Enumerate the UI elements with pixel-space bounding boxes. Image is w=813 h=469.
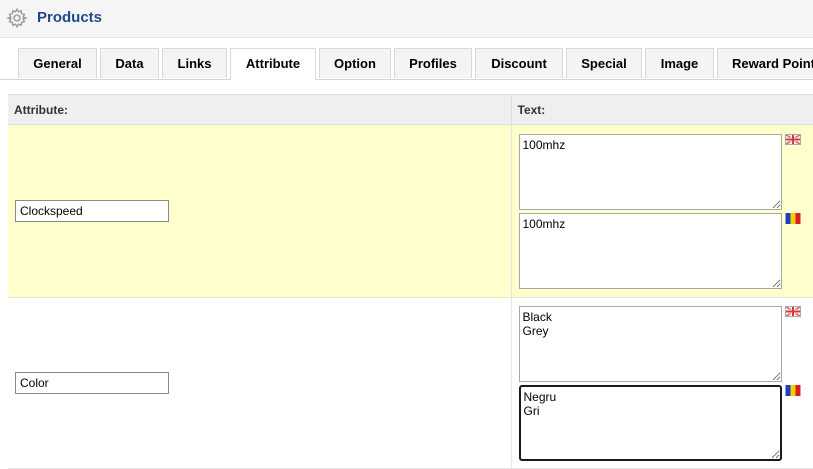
english-flag-icon [784, 305, 801, 317]
attribute-cell [8, 124, 512, 298]
page-header: Products [0, 0, 813, 38]
attribute-name-input[interactable] [15, 200, 169, 222]
tab-links[interactable]: Links [162, 48, 227, 78]
tab-attribute[interactable]: Attribute [230, 48, 316, 80]
page-title: Products [37, 9, 103, 26]
active-tab-connector [231, 79, 315, 80]
tab-general[interactable]: General [18, 48, 97, 78]
attribute-table: Attribute: Text: 100mhz [8, 94, 813, 469]
table-row: 100mhz 100mhz [8, 124, 813, 298]
attribute-text-romanian[interactable]: 100mhz [518, 212, 782, 289]
language-text-group: 100mhz [518, 212, 800, 289]
attribute-text-romanian[interactable]: Negru Gri [518, 384, 782, 461]
romanian-flag-icon [785, 212, 800, 224]
tab-discount[interactable]: Discount [475, 48, 563, 78]
attribute-text-english[interactable]: Black Grey [518, 305, 782, 382]
tab-bar: General Data Links Attribute Option Prof… [0, 46, 813, 80]
language-text-group: 100mhz [518, 133, 801, 210]
table-row: Black Grey Negru Gri [8, 297, 813, 469]
attribute-cell [8, 297, 512, 469]
english-flag-icon [784, 133, 801, 145]
column-header-text: Text: [511, 94, 813, 125]
table-header-row: Attribute: Text: [8, 94, 813, 125]
romanian-flag-icon [785, 384, 800, 396]
tab-option[interactable]: Option [319, 48, 391, 78]
tab-image[interactable]: Image [645, 48, 714, 78]
tab-profiles[interactable]: Profiles [394, 48, 472, 78]
attribute-name-input[interactable] [15, 372, 169, 394]
text-cell: Black Grey Negru Gri [511, 297, 813, 469]
attribute-text-english[interactable]: 100mhz [518, 133, 782, 210]
language-text-group: Negru Gri [518, 384, 800, 461]
tab-reward-points[interactable]: Reward Points [717, 48, 813, 78]
text-cell: 100mhz 100mhz [511, 124, 813, 298]
language-text-group: Black Grey [518, 305, 801, 382]
column-header-attribute: Attribute: [8, 94, 512, 125]
tab-attribute-label: Attribute [245, 56, 301, 71]
tab-special[interactable]: Special [566, 48, 642, 78]
gear-icon [6, 7, 28, 29]
tab-data[interactable]: Data [100, 48, 159, 78]
